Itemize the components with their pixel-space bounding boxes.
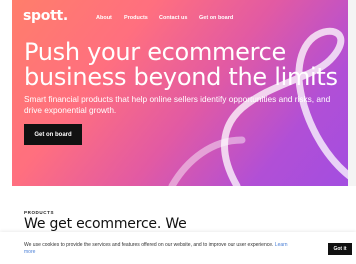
section-title: We get ecommerce. We <box>24 216 187 232</box>
hero-title: Push your ecommerce business beyond the … <box>24 40 344 90</box>
hero-title-line-2: business beyond the limits <box>24 63 338 91</box>
spott-logo[interactable]: spott. <box>23 8 68 24</box>
get-on-board-button[interactable]: Get on board <box>24 124 82 145</box>
cookie-text: We use cookies to provide the services a… <box>24 242 274 248</box>
cookie-banner: We use cookies to provide the services a… <box>0 232 356 264</box>
cookie-message: We use cookies to provide the services a… <box>24 242 296 255</box>
nav-link-contact[interactable]: Contact us <box>159 15 187 21</box>
nav-link-get-on-board[interactable]: Get on board <box>199 15 233 21</box>
got-it-button[interactable]: Got it <box>328 243 352 255</box>
top-nav: spott. About Products Contact us Get on … <box>12 0 348 36</box>
page-scrollbar[interactable] <box>348 0 356 186</box>
section-eyebrow: PRODUCTS <box>24 210 55 215</box>
hero-section: spott. About Products Contact us Get on … <box>12 0 348 186</box>
hero-title-line-1: Push your ecommerce <box>24 38 286 66</box>
nav-link-about[interactable]: About <box>96 15 112 21</box>
hero-subtitle: Smart financial products that help onlin… <box>24 94 331 115</box>
nav-link-products[interactable]: Products <box>124 15 148 21</box>
